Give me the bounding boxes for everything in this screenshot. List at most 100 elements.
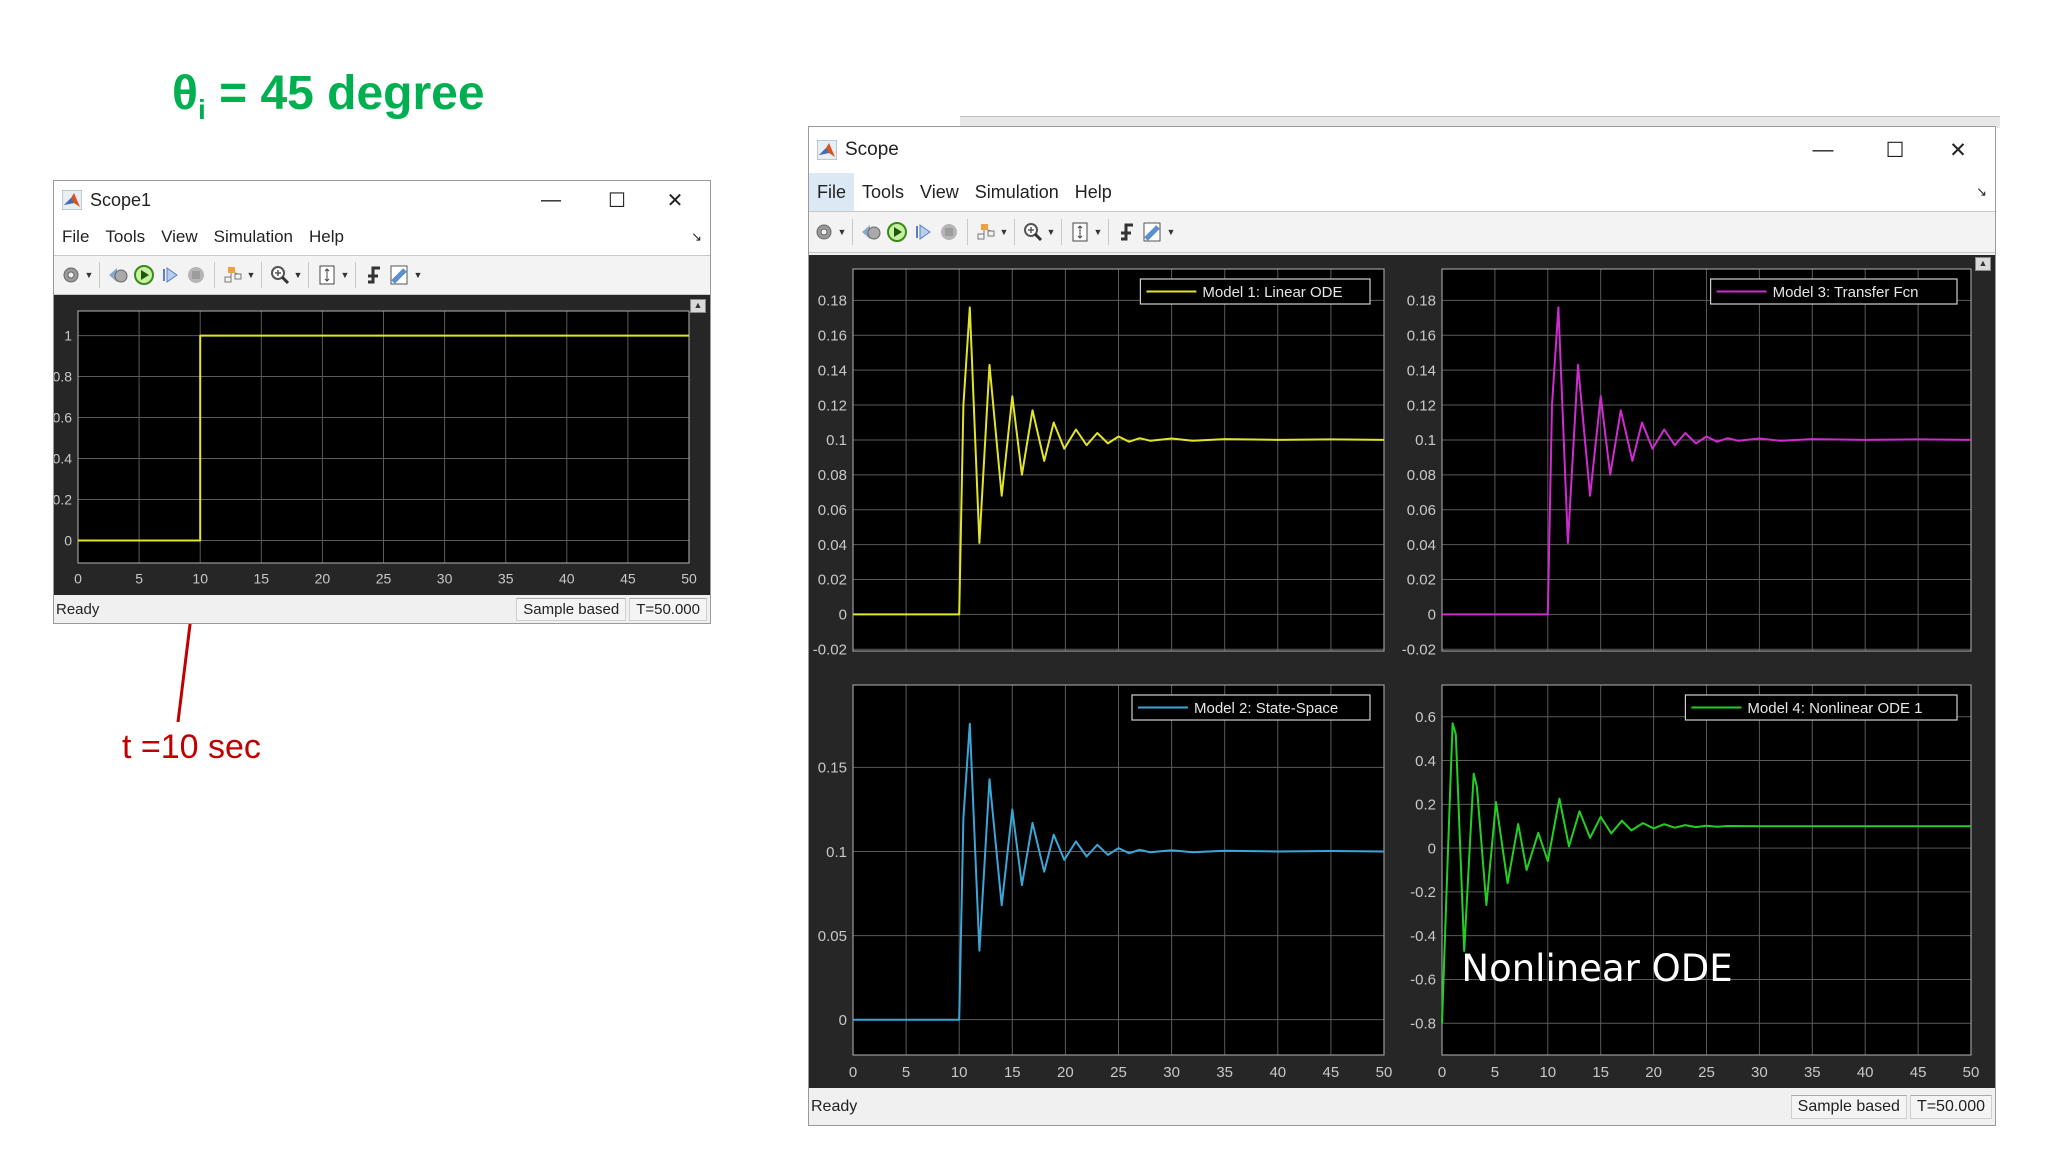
chart-model2: 0 0.05 0.1 0.15 0 5 10 15 20 25 30 35 40 45 50 Model 2:… (818, 684, 1392, 1081)
stop-icon[interactable] (183, 262, 209, 288)
zoom-in-icon[interactable] (267, 262, 293, 288)
scope1-chart: 00.20.40.60.810 5 10 15 20 25 30 35 40 45 50 (53, 310, 697, 586)
stop-icon[interactable] (936, 219, 962, 245)
close-button[interactable]: ✕ (650, 188, 700, 213)
step-forward-icon[interactable] (910, 219, 936, 245)
y-tick-label: 0 (1428, 840, 1436, 857)
undock-icon[interactable]: ↘ (691, 229, 702, 245)
status-sample-mode: Sample based (1790, 1095, 1907, 1119)
settings-gear-icon[interactable] (811, 219, 837, 245)
minimize-button[interactable]: — (518, 189, 584, 212)
legend: Model 2: State-Space (1131, 694, 1371, 721)
step-forward-icon[interactable] (157, 262, 183, 288)
zoom-dropdown[interactable]: ▼ (1046, 227, 1056, 237)
x-tick-label: 50 (681, 570, 697, 586)
menu-view[interactable]: View (153, 219, 206, 255)
menu-help[interactable]: Help (1067, 173, 1120, 211)
maximize-button[interactable]: ☐ (584, 188, 650, 213)
maximize-axes-icon[interactable]: ▲ (690, 299, 706, 313)
settings-gear-icon[interactable] (58, 262, 84, 288)
maximize-button[interactable]: ☐ (1859, 138, 1931, 163)
scope1-window: Scope1 — ☐ ✕ File Tools View Simulation … (53, 180, 711, 624)
x-tick-label: 20 (1645, 1064, 1662, 1081)
y-tick-label: 0.18 (1407, 293, 1436, 310)
legend-label: Model 4: Nonlinear ODE 1 (1747, 700, 1922, 717)
menu-file[interactable]: File (54, 219, 97, 255)
close-button[interactable]: ✕ (1931, 138, 1985, 163)
highlight-dropdown[interactable]: ▼ (246, 270, 256, 280)
menu-tools[interactable]: Tools (854, 173, 912, 211)
y-tick-label: 0.8 (54, 368, 72, 384)
x-tick-label: 40 (1269, 1064, 1286, 1081)
triggers-icon[interactable] (1114, 219, 1140, 245)
settings-dropdown[interactable]: ▼ (837, 227, 847, 237)
zoom-dropdown[interactable]: ▼ (293, 270, 303, 280)
y-tick-label: 0.04 (818, 537, 847, 554)
settings-dropdown[interactable]: ▼ (84, 270, 94, 280)
status-sample-mode: Sample based (516, 597, 627, 621)
theta-subscript: i (197, 94, 206, 125)
y-tick-label: 0.2 (1415, 797, 1436, 814)
y-tick-label: 0.06 (1407, 502, 1436, 519)
zoom-in-icon[interactable] (1020, 219, 1046, 245)
scope-menubar: File Tools View Simulation Help ↘ (809, 173, 1995, 212)
legend-label: Model 1: Linear ODE (1202, 284, 1342, 301)
menu-view[interactable]: View (912, 173, 967, 211)
x-tick-label: 35 (498, 570, 514, 586)
minimize-button[interactable]: — (1787, 138, 1859, 162)
x-tick-label: 45 (620, 570, 636, 586)
highlight-dropdown[interactable]: ▼ (999, 227, 1009, 237)
scale-dropdown[interactable]: ▼ (1093, 227, 1103, 237)
maximize-axes-icon[interactable]: ▲ (1975, 257, 1991, 271)
x-tick-label: 10 (1539, 1064, 1556, 1081)
x-tick-label: 35 (1804, 1064, 1821, 1081)
scope-titlebar: Scope — ☐ ✕ (809, 127, 1995, 173)
y-tick-label: 0.05 (818, 928, 847, 945)
triggers-icon[interactable] (361, 262, 387, 288)
measurements-ruler-icon[interactable] (387, 262, 413, 288)
undock-icon[interactable]: ↘ (1976, 184, 1987, 200)
run-icon[interactable] (131, 262, 157, 288)
measurements-ruler-icon[interactable] (1140, 219, 1166, 245)
theta-symbol: θ (172, 67, 198, 120)
legend-label: Model 2: State-Space (1194, 700, 1338, 717)
x-tick-label: 30 (1163, 1064, 1180, 1081)
chart-model1: -0.02 0 0.02 0.04 0.06 0.08 0.1 0.12 0.14 0.16 0.1… (813, 268, 1385, 659)
menu-simulation[interactable]: Simulation (967, 173, 1067, 211)
scope1-titlebar: Scope1 — ☐ ✕ (54, 181, 710, 219)
y-tick-label: 0.08 (1407, 467, 1436, 484)
highlight-simulink-block-icon[interactable] (220, 262, 246, 288)
scope-charts: -0.02 0 0.02 0.04 0.06 0.08 0.1 0.12 0.14 0.16 0.1… (813, 268, 1979, 1081)
x-tick-label: 30 (1751, 1064, 1768, 1081)
menu-file[interactable]: File (809, 173, 855, 211)
x-tick-label: 5 (135, 570, 143, 586)
y-tick-label: 0.15 (818, 760, 847, 777)
x-tick-label: 25 (376, 570, 392, 586)
y-tick-label: 0 (1428, 607, 1436, 624)
x-tick-label: 0 (74, 570, 82, 586)
restore-icon[interactable] (858, 219, 884, 245)
measurements-dropdown[interactable]: ▼ (1166, 227, 1176, 237)
toolbar-separator (967, 219, 968, 245)
status-ready: Ready (811, 1098, 858, 1115)
highlight-simulink-block-icon[interactable] (973, 219, 999, 245)
x-tick-label: 0 (1438, 1064, 1446, 1081)
scope-statusbar: Ready Sample based T=50.000 (809, 1089, 1995, 1125)
y-tick-label: 0.08 (818, 467, 847, 484)
x-tick-label: 15 (254, 570, 270, 586)
x-tick-label: 40 (1857, 1064, 1874, 1081)
scale-axes-icon[interactable] (1067, 219, 1093, 245)
scale-dropdown[interactable]: ▼ (340, 270, 350, 280)
restore-icon[interactable] (105, 262, 131, 288)
toolbar-separator (1108, 219, 1109, 245)
menu-simulation[interactable]: Simulation (206, 219, 301, 255)
scope-plot-area: -0.02 0 0.02 0.04 0.06 0.08 0.1 0.12 0.14 0.16 0.1… (809, 255, 1995, 1088)
scope-window: Scope — ☐ ✕ File Tools View Simulation H… (808, 126, 1996, 1126)
scale-axes-icon[interactable] (314, 262, 340, 288)
run-icon[interactable] (884, 219, 910, 245)
menu-tools[interactable]: Tools (97, 219, 153, 255)
menu-help[interactable]: Help (301, 219, 352, 255)
y-tick-label: -0.6 (1410, 972, 1436, 989)
measurements-dropdown[interactable]: ▼ (413, 270, 423, 280)
y-tick-label: 0.16 (818, 328, 847, 345)
